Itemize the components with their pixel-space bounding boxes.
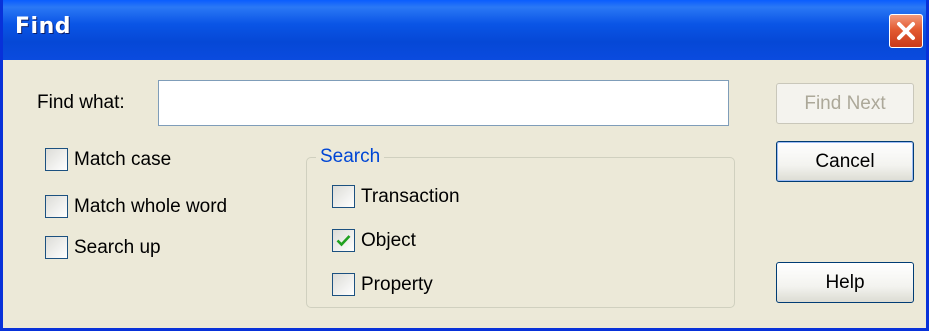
dialog-title: Find — [15, 14, 71, 39]
match-whole-word-label: Match whole word — [74, 195, 228, 217]
match-case-label: Match case — [74, 148, 172, 170]
property-label: Property — [361, 273, 433, 295]
find-dialog: Find Find what: Find Next Cancel Help Ma… — [0, 0, 929, 331]
check-mark-icon — [336, 235, 351, 247]
search-group-title: Search — [316, 146, 385, 168]
search-up-checkbox[interactable] — [45, 236, 68, 259]
cancel-button[interactable]: Cancel — [776, 141, 914, 182]
property-checkbox[interactable] — [332, 273, 355, 296]
match-case-option[interactable]: Match case — [45, 148, 171, 171]
match-whole-word-checkbox[interactable] — [45, 195, 68, 218]
transaction-option[interactable]: Transaction — [332, 185, 460, 208]
object-label: Object — [361, 229, 416, 251]
find-what-input[interactable] — [158, 80, 729, 126]
close-button[interactable] — [889, 14, 923, 48]
object-checkbox[interactable] — [332, 229, 355, 252]
search-up-label: Search up — [74, 236, 161, 258]
object-option[interactable]: Object — [332, 229, 416, 252]
help-button[interactable]: Help — [776, 262, 914, 303]
find-what-label: Find what: — [37, 92, 125, 113]
find-next-button[interactable]: Find Next — [776, 83, 914, 124]
dialog-body: Find what: Find Next Cancel Help Match c… — [3, 60, 926, 328]
title-bar[interactable]: Find — [3, 0, 926, 60]
transaction-label: Transaction — [361, 185, 460, 207]
close-icon — [897, 22, 915, 40]
property-option[interactable]: Property — [332, 273, 433, 296]
search-up-option[interactable]: Search up — [45, 236, 161, 259]
transaction-checkbox[interactable] — [332, 185, 355, 208]
match-whole-word-option[interactable]: Match whole word — [45, 195, 227, 218]
match-case-checkbox[interactable] — [45, 148, 68, 171]
